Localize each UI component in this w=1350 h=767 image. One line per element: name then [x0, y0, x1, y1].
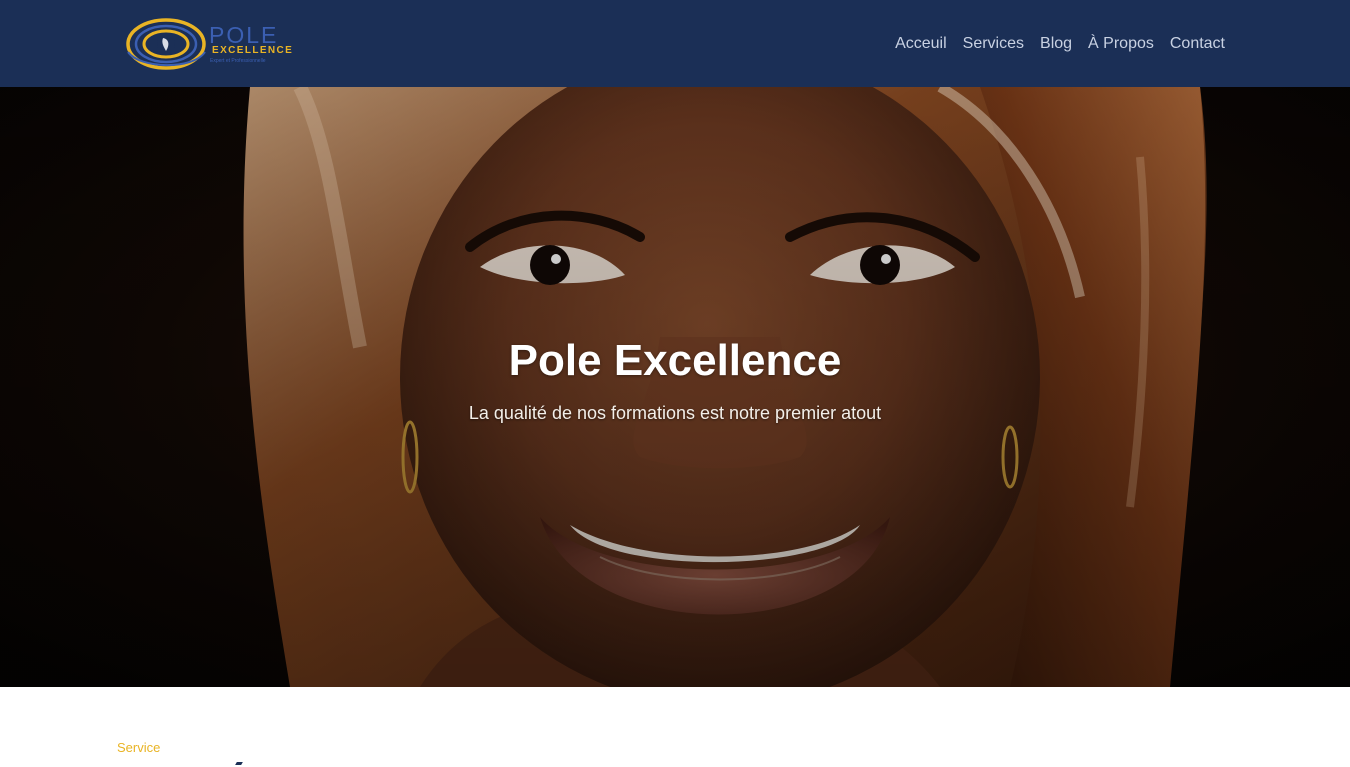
section-heading-glyph: [235, 762, 243, 765]
logo-subword: EXCELLENCE: [212, 45, 294, 56]
hero-portrait-image: [0, 87, 1350, 687]
hero-banner: Pole Excellence La qualité de nos format…: [0, 87, 1350, 687]
logo-tagline: Expert et Professionnelle: [210, 58, 266, 64]
nav-link-blog[interactable]: Blog: [1040, 33, 1072, 55]
nav-link-contact[interactable]: Contact: [1170, 33, 1225, 55]
brand-logo[interactable]: POLE EXCELLENCE Expert et Professionnell…: [125, 14, 315, 72]
nav-link-services[interactable]: Services: [963, 33, 1024, 55]
main-nav: Acceuil Services Blog À Propos Contact: [895, 33, 1225, 55]
top-navbar: POLE EXCELLENCE Expert et Professionnell…: [0, 0, 1350, 87]
logo-word: POLE: [209, 22, 279, 48]
nav-link-acceuil[interactable]: Acceuil: [895, 33, 947, 55]
nav-link-a-propos[interactable]: À Propos: [1088, 33, 1154, 55]
section-label-service: Service: [117, 740, 161, 755]
hero-title: Pole Excellence: [508, 336, 842, 385]
hero-subtitle: La qualité de nos formations est notre p…: [468, 403, 882, 423]
